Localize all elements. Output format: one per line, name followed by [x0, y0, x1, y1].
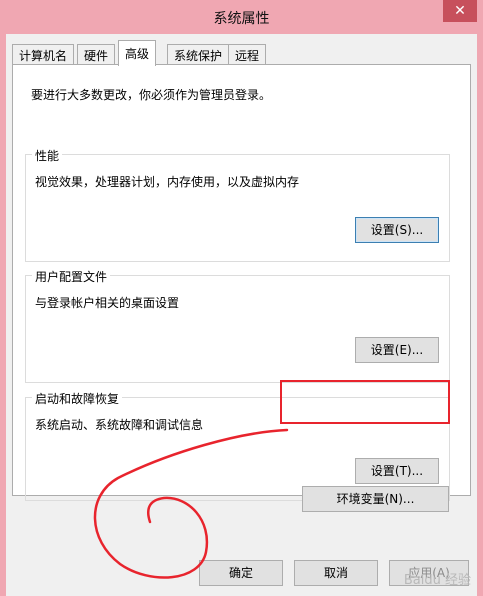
tab-system-protection[interactable]: 系统保护 — [167, 44, 230, 65]
highlight-annotation-box — [280, 380, 450, 424]
environment-variables-button[interactable]: 环境变量(N)... — [302, 486, 449, 512]
window-title: 系统属性 — [213, 11, 270, 27]
startup-recovery-settings-button[interactable]: 设置(T)... — [355, 458, 439, 484]
tab-hardware[interactable]: 硬件 — [77, 44, 116, 65]
user-profiles-legend: 用户配置文件 — [32, 268, 111, 285]
dialog-client-area: 计算机名 硬件 高级 系统保护 远程 要进行大多数更改，你必须作为管理员登录。 … — [6, 34, 477, 596]
performance-settings-button[interactable]: 设置(S)... — [355, 217, 439, 243]
watermark: Baidu 经验 — [403, 573, 471, 588]
user-profiles-group: 用户配置文件 与登录帐户相关的桌面设置 设置(E)... — [25, 268, 450, 383]
cancel-button[interactable]: 取消 — [294, 560, 378, 586]
startup-recovery-legend: 启动和故障恢复 — [32, 390, 123, 407]
ok-button[interactable]: 确定 — [199, 560, 283, 586]
performance-legend: 性能 — [32, 147, 63, 164]
startup-recovery-description: 系统启动、系统故障和调试信息 — [35, 418, 204, 432]
performance-group: 性能 视觉效果，处理器计划，内存使用，以及虚拟内存 设置(S)... — [25, 147, 450, 262]
admin-notice: 要进行大多数更改，你必须作为管理员登录。 — [31, 88, 272, 102]
title-bar[interactable]: 系统属性 ✕ — [0, 0, 483, 34]
tab-remote[interactable]: 远程 — [228, 44, 267, 65]
user-profiles-description: 与登录帐户相关的桌面设置 — [35, 296, 180, 310]
system-properties-window: 系统属性 ✕ 计算机名 硬件 高级 系统保护 远程 要进行大多数更改，你必须作为… — [0, 0, 483, 596]
close-button[interactable]: ✕ — [443, 0, 477, 22]
advanced-tab-panel: 要进行大多数更改，你必须作为管理员登录。 性能 视觉效果，处理器计划，内存使用，… — [12, 64, 471, 501]
tab-computer-name[interactable]: 计算机名 — [12, 44, 75, 65]
performance-description: 视觉效果，处理器计划，内存使用，以及虚拟内存 — [35, 175, 300, 189]
user-profiles-settings-button[interactable]: 设置(E)... — [355, 337, 439, 363]
tab-advanced[interactable]: 高级 — [118, 40, 157, 66]
